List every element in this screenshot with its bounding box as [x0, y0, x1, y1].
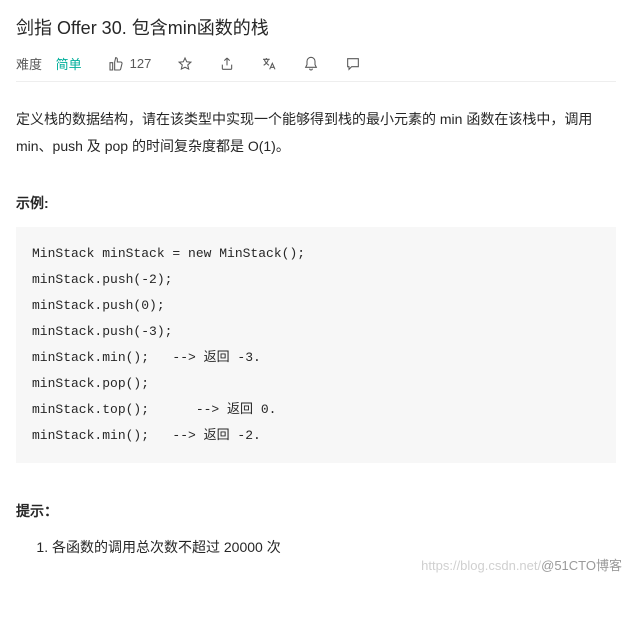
likes-button[interactable]: 127	[108, 56, 152, 72]
divider	[16, 81, 616, 82]
likes-count: 127	[130, 56, 152, 71]
bell-icon[interactable]	[303, 56, 319, 72]
translate-icon[interactable]	[261, 56, 277, 72]
tips-heading: 提示：	[16, 501, 616, 521]
star-icon[interactable]	[177, 56, 193, 72]
meta-row: 难度 简单 127	[16, 54, 616, 73]
page-title: 剑指 Offer 30. 包含min函数的栈	[16, 14, 616, 40]
watermark-url: https://blog.csdn.net/	[421, 558, 541, 573]
difficulty: 难度 简单	[16, 54, 82, 73]
feedback-icon[interactable]	[345, 56, 361, 72]
example-heading: 示例:	[16, 193, 616, 213]
difficulty-label: 难度	[16, 57, 42, 72]
example-code: MinStack minStack = new MinStack(); minS…	[16, 227, 616, 463]
watermark-handle: @51CTO博客	[541, 558, 622, 573]
problem-description: 定义栈的数据结构，请在该类型中实现一个能够得到栈的最小元素的 min 函数在该栈…	[16, 106, 616, 159]
share-icon[interactable]	[219, 56, 235, 72]
thumbs-up-icon	[108, 56, 124, 72]
list-item: 各函数的调用总次数不超过 20000 次	[52, 535, 616, 560]
difficulty-value: 简单	[56, 57, 82, 72]
tips-list: 各函数的调用总次数不超过 20000 次	[16, 535, 616, 560]
